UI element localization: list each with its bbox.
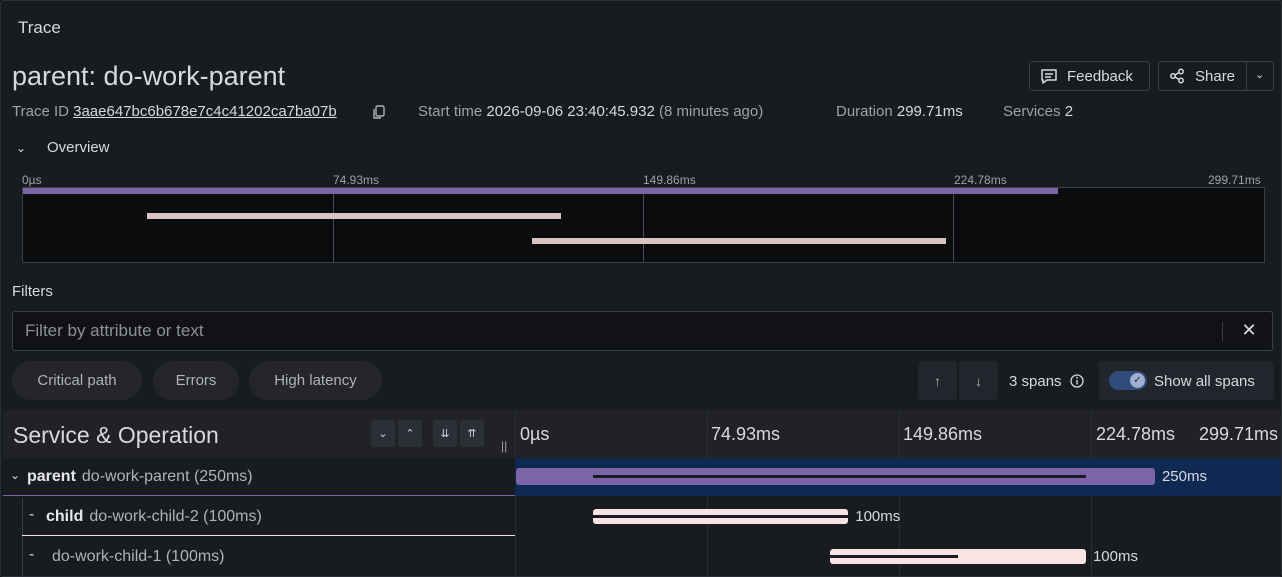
clear-icon[interactable]: ✕ bbox=[1239, 320, 1259, 342]
operation-name: do-work-child-2 (100ms) bbox=[89, 508, 262, 525]
span-leaf-dash-icon: - bbox=[29, 506, 35, 523]
services: Services 2 bbox=[1003, 103, 1073, 120]
feedback-button[interactable]: Feedback bbox=[1029, 61, 1150, 91]
span-collapse-chevron-down-icon[interactable]: ⌄ bbox=[10, 468, 20, 482]
start-time-relative: (8 minutes ago) bbox=[659, 103, 764, 120]
service-name: child bbox=[46, 508, 84, 525]
filter-input[interactable] bbox=[13, 312, 1213, 350]
row-underline bbox=[22, 535, 515, 536]
minimap-span-bar bbox=[147, 213, 562, 219]
tree-guide bbox=[22, 498, 23, 538]
span-label: parent do-work-parent (250ms) bbox=[27, 468, 253, 486]
trace-id-link[interactable]: 3aae647bc6b678e7c4c41202ca7ba07b bbox=[73, 103, 337, 120]
row-underline bbox=[3, 495, 515, 496]
service-operation-header: Service & Operation bbox=[13, 422, 219, 448]
share-icon bbox=[1170, 68, 1184, 84]
services-label: Services bbox=[1003, 103, 1061, 120]
prev-match-button[interactable]: ↑ bbox=[918, 361, 957, 400]
overview-tick: 224.78ms bbox=[954, 173, 1007, 187]
operation-name: do-work-parent (250ms) bbox=[81, 468, 253, 485]
feedback-label: Feedback bbox=[1067, 67, 1133, 85]
tree-guide bbox=[22, 538, 23, 576]
share-button[interactable]: Share ⌄ bbox=[1158, 61, 1274, 91]
trace-id: Trace ID 3aae647bc6b678e7c4c41202ca7ba07… bbox=[12, 103, 337, 120]
timeline-tick: 149.86ms bbox=[903, 424, 983, 444]
span-duration-label: 100ms bbox=[1092, 548, 1138, 565]
overview-minimap[interactable] bbox=[22, 187, 1265, 263]
operation-name: do-work-child-1 (100ms) bbox=[52, 548, 225, 565]
minimap-gridline bbox=[333, 188, 334, 262]
share-divider bbox=[1246, 62, 1247, 90]
span-label: child do-work-child-2 (100ms) bbox=[46, 508, 262, 526]
copy-icon[interactable] bbox=[372, 105, 386, 120]
span-label: do-work-child-1 (100ms) bbox=[46, 548, 225, 566]
self-time-marker bbox=[830, 555, 959, 558]
start-time: Start time 2026-09-06 23:40:45.932 (8 mi… bbox=[418, 103, 763, 120]
share-label: Share bbox=[1195, 67, 1236, 85]
overview-tick: 74.93ms bbox=[333, 173, 380, 187]
span-duration-label: 250ms bbox=[1161, 468, 1207, 485]
timeline-tick: 224.78ms bbox=[1096, 424, 1176, 444]
minimap-gridline bbox=[953, 188, 954, 262]
self-time-marker bbox=[592, 515, 849, 518]
trace-panel: Trace parent: do-work-parent Feedback Sh… bbox=[0, 0, 1282, 577]
expand-one-chevron-up-icon[interactable]: ⌃ bbox=[398, 420, 422, 447]
trace-title: parent: do-work-parent bbox=[12, 61, 286, 91]
overview-tick: 0µs bbox=[22, 173, 42, 187]
start-time-label: Start time bbox=[418, 103, 483, 120]
next-match-button[interactable]: ↓ bbox=[959, 361, 998, 400]
filter-separator bbox=[1222, 322, 1223, 341]
minimap-span-bar bbox=[532, 238, 947, 244]
high-latency-button[interactable]: High latency bbox=[249, 361, 382, 400]
overview-collapse-chevron-down-icon[interactable]: ⌄ bbox=[16, 141, 26, 155]
info-icon[interactable] bbox=[1070, 374, 1084, 388]
show-all-spans-toggle[interactable]: ✓ Show all spans bbox=[1099, 361, 1274, 400]
timeline-tick: 74.93ms bbox=[711, 424, 781, 444]
panel-title: Trace bbox=[18, 18, 61, 37]
critical-path-button[interactable]: Critical path bbox=[12, 361, 142, 400]
expand-all-icon[interactable]: ⇈ bbox=[460, 420, 484, 447]
span-leaf-dash-icon: - bbox=[29, 546, 35, 563]
show-all-spans-label: Show all spans bbox=[1154, 373, 1255, 390]
collapse-one-chevron-down-icon[interactable]: ⌄ bbox=[371, 420, 395, 447]
overview-label[interactable]: Overview bbox=[47, 139, 110, 156]
service-name: parent bbox=[27, 468, 76, 485]
overview-tick: 149.86ms bbox=[643, 173, 696, 187]
spans-count-text: 3 spans bbox=[1009, 373, 1062, 390]
feedback-icon bbox=[1041, 69, 1057, 84]
share-menu-chevron-down-icon[interactable]: ⌄ bbox=[1255, 68, 1264, 81]
spans-count: 3 spans bbox=[1009, 373, 1084, 390]
timeline-tick: 0µs bbox=[520, 424, 550, 444]
duration-value: 299.71ms bbox=[896, 103, 963, 120]
overview-tick: 299.71ms bbox=[1208, 173, 1261, 187]
start-time-value: 2026-09-06 23:40:45.932 bbox=[486, 103, 655, 120]
duration-label: Duration bbox=[836, 103, 893, 120]
trace-id-label: Trace ID bbox=[12, 103, 69, 120]
arrow-up-icon: ↑ bbox=[934, 372, 941, 389]
duration: Duration 299.71ms bbox=[836, 103, 963, 120]
child-span-marker bbox=[830, 475, 1086, 478]
child-span-marker bbox=[592, 475, 849, 478]
column-resizer-icon[interactable]: || bbox=[501, 439, 507, 453]
check-icon: ✓ bbox=[1130, 373, 1145, 388]
services-value: 2 bbox=[1064, 103, 1074, 120]
span-duration-label: 100ms bbox=[855, 508, 901, 525]
span-row[interactable]: - do-work-child-1 (100ms) bbox=[3, 538, 1281, 576]
timeline-tick: 299.71ms bbox=[1199, 424, 1279, 444]
filters-label: Filters bbox=[12, 283, 53, 300]
collapse-all-icon[interactable]: ⇊ bbox=[433, 420, 457, 447]
arrow-down-icon: ↓ bbox=[975, 372, 982, 389]
minimap-gridline bbox=[643, 188, 644, 262]
errors-button[interactable]: Errors bbox=[153, 361, 239, 400]
filter-box: ✕ bbox=[12, 311, 1273, 351]
minimap-span-bar bbox=[23, 188, 1059, 194]
toggle-switch[interactable]: ✓ bbox=[1109, 371, 1147, 390]
